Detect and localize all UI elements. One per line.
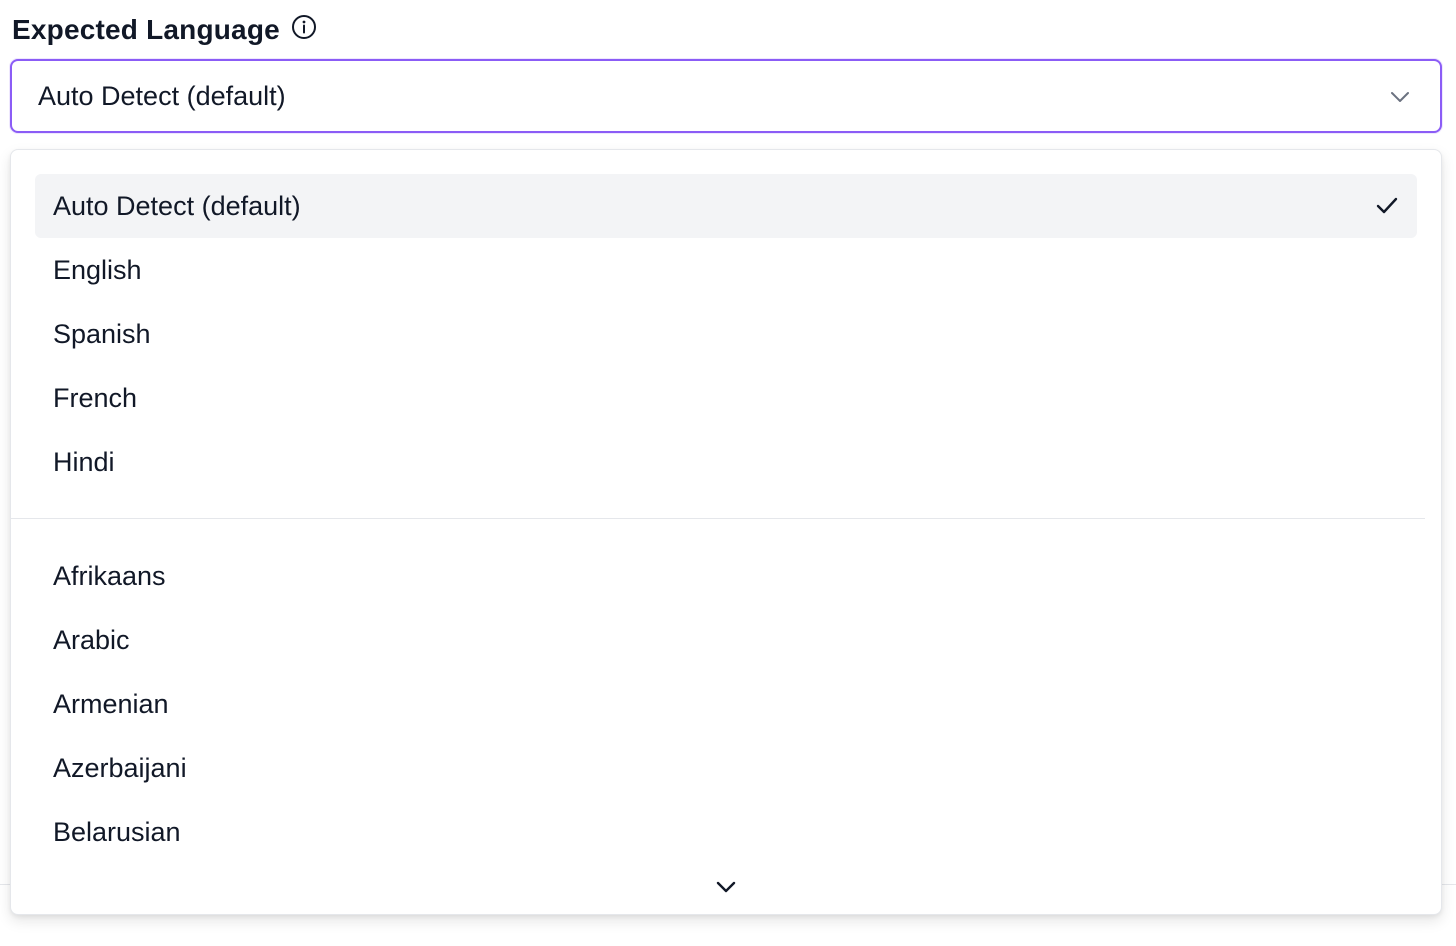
option-english[interactable]: English [35,238,1417,302]
select-value: Auto Detect (default) [38,80,286,111]
option-spanish[interactable]: Spanish [35,302,1417,366]
option-group-divider [11,518,1425,519]
field-label-row: Expected Language [12,10,318,50]
option-label: Spanish [53,318,151,349]
info-circle-icon[interactable] [290,13,318,41]
option-afrikaans[interactable]: Afrikaans [35,544,1417,608]
option-belarusian[interactable]: Belarusian [35,800,1417,864]
option-auto-detect[interactable]: Auto Detect (default) [35,174,1417,238]
option-french[interactable]: French [35,366,1417,430]
option-label: French [53,382,138,413]
language-field: Expected Language Auto Detect (default) … [0,0,1456,946]
language-dropdown-menu: Auto Detect (default) English Spanish Fr… [10,149,1442,915]
option-label: Afrikaans [53,560,166,591]
option-arabic[interactable]: Arabic [35,608,1417,672]
option-label: English [53,254,142,285]
chevron-down-icon [714,878,738,901]
language-select[interactable]: Auto Detect (default) [10,59,1442,133]
scroll-down-button[interactable] [711,876,741,902]
option-label: Hindi [53,446,115,477]
option-armenian[interactable]: Armenian [35,672,1417,736]
chevron-down-icon [1388,85,1412,109]
option-label: Armenian [53,688,169,719]
option-label: Belarusian [53,816,181,847]
option-azerbaijani[interactable]: Azerbaijani [35,736,1417,800]
field-label: Expected Language [12,14,280,45]
option-label: Arabic [53,624,130,655]
option-label: Azerbaijani [53,752,187,783]
option-label: Auto Detect (default) [53,190,301,221]
option-hindi[interactable]: Hindi [35,430,1417,494]
check-icon [1373,192,1401,220]
